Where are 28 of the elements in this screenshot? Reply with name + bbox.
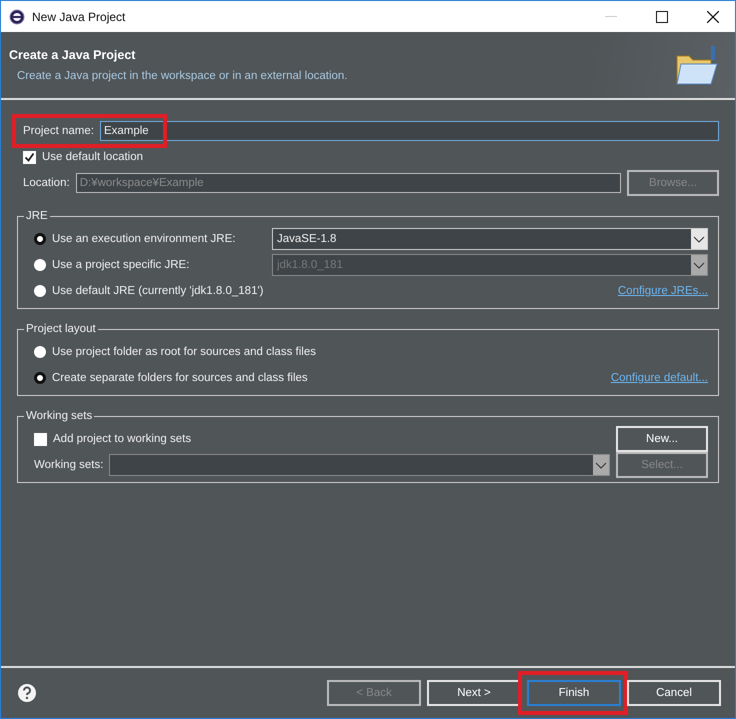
configure-link[interactable]: Configure JREs... [618,285,708,297]
checkmark-icon [24,152,35,162]
project-name-field[interactable]: Example [100,121,719,141]
jre-dropdown[interactable]: JavaSE-1.8 [272,228,708,250]
group-title: Working sets [25,410,94,422]
app-icon [9,8,25,24]
page-title: Create a Java Project [9,48,136,62]
window-title: New Java Project [32,10,126,24]
radio-button[interactable]: Create separate folders for sources and class files [28,372,308,384]
default-location-checkbox[interactable]: Use default location [17,150,144,164]
radio-button[interactable]: Use project folder as root for sources and class files [28,346,316,358]
close-icon[interactable] [707,10,719,22]
dialog-button[interactable]: Next > [427,680,521,706]
field-label: Working sets: [33,459,104,471]
maximize-icon[interactable] [656,10,668,22]
page-description: Create a Java project in the workspace or in an external location. [16,70,348,82]
group-title: JRE [25,210,49,222]
dialog-button[interactable]: Finish [527,680,621,706]
radio-button[interactable]: Use a project specific JRE: [28,259,190,271]
radio-button[interactable]: Use an execution environment JRE: [28,233,236,245]
chevron-down-icon[interactable] [691,229,707,249]
help-icon[interactable] [17,683,37,703]
configure-link[interactable]: Configure default... [610,372,708,384]
dialog-button[interactable]: Cancel [627,680,721,706]
field-label: Project name: [22,125,94,137]
radio-button[interactable]: Use default JRE (currently 'jdk1.8.0_181') [28,285,264,297]
field-label: Location: [22,177,70,189]
group-title: Project layout [25,323,97,335]
